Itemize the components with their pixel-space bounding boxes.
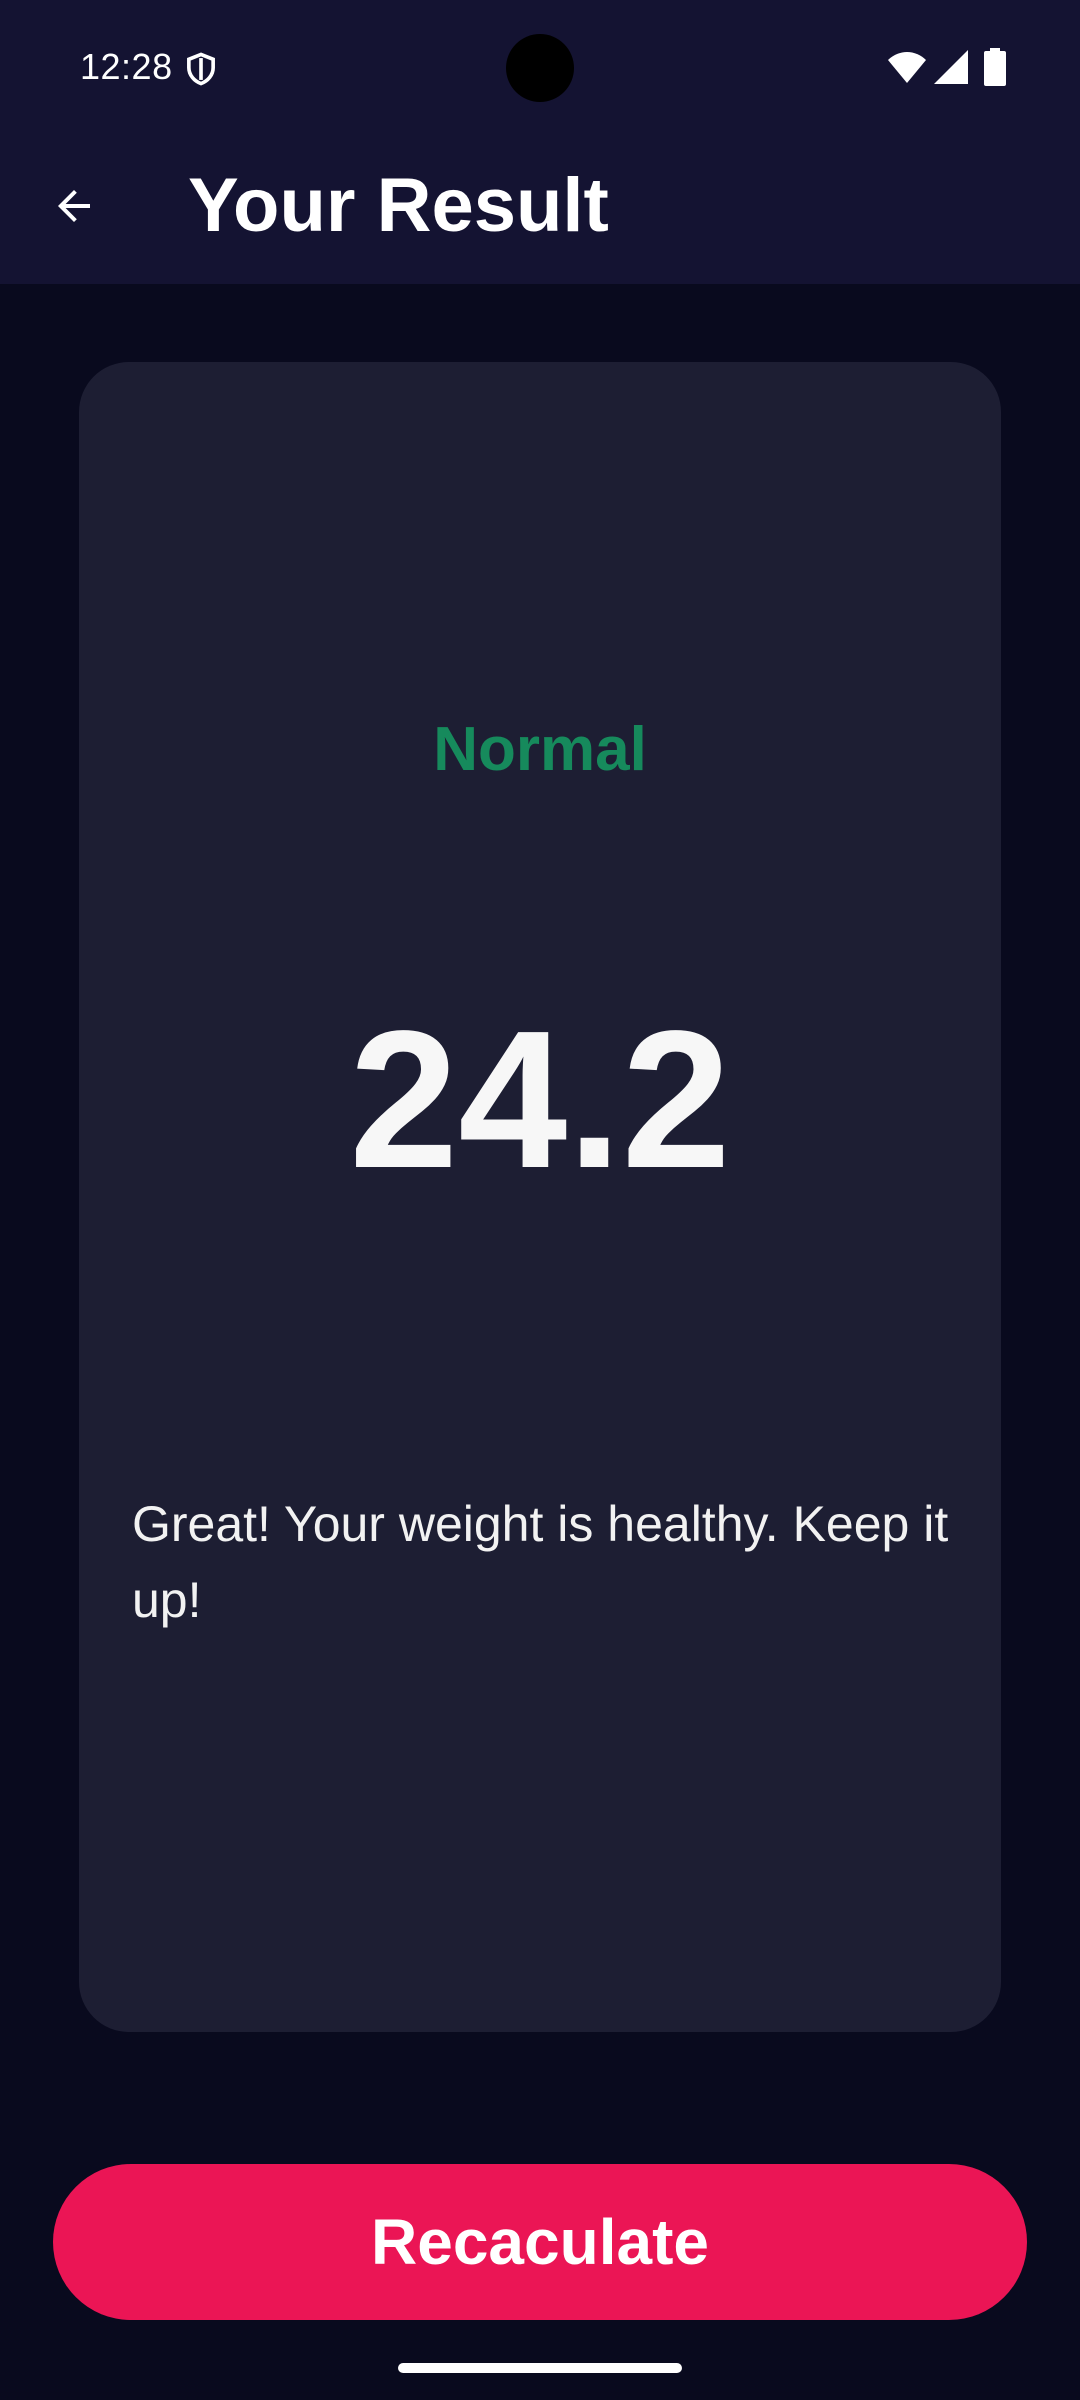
app-bar: Your Result	[0, 136, 1080, 284]
page-title: Your Result	[188, 163, 609, 248]
status-bar: 12:28	[0, 0, 1080, 136]
recalculate-button[interactable]: Recaculate	[53, 2164, 1027, 2320]
wifi-icon	[888, 52, 926, 83]
result-message: Great! Your weight is healthy. Keep it u…	[132, 1496, 949, 1628]
battery-icon	[984, 48, 1006, 86]
bmi-value: 24.2	[349, 990, 731, 1209]
arrow-back-icon	[58, 190, 90, 222]
result-screen: 12:28 Your Result Normal 24.2 Great! You…	[0, 0, 1080, 2400]
shield-icon	[187, 52, 215, 86]
back-button[interactable]	[34, 166, 114, 246]
bmi-category-label: Normal	[433, 715, 647, 784]
signal-icon	[934, 50, 968, 84]
home-indicator[interactable]	[398, 2363, 682, 2373]
camera-cutout	[506, 34, 574, 102]
status-time: 12:28	[80, 46, 173, 87]
result-card: Normal 24.2 Great! Your weight is health…	[79, 362, 1001, 2032]
